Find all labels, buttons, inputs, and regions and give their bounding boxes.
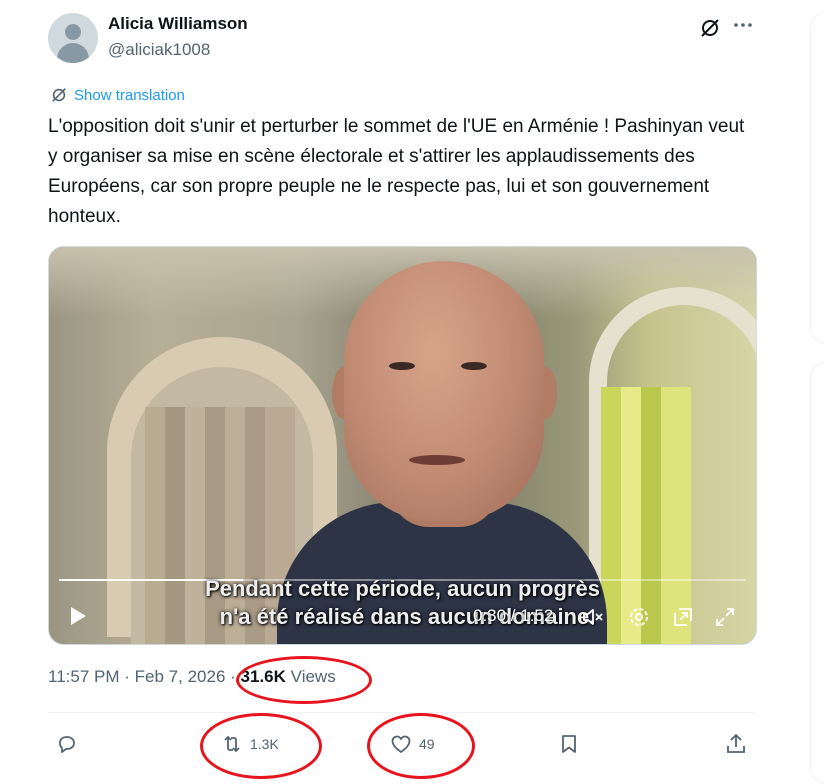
pip-icon[interactable] <box>671 605 695 629</box>
author-name[interactable]: Alicia Williamson <box>108 14 248 34</box>
share-icon <box>727 734 745 753</box>
like-count: 49 <box>419 736 435 752</box>
avatar-body <box>57 43 89 63</box>
meta-separator-2: · <box>230 667 236 686</box>
tweet-text: L'opposition doit s'unir et perturber le… <box>48 116 745 227</box>
grok-icon[interactable] <box>698 16 722 40</box>
views-label: Views <box>290 667 336 686</box>
avatar-head <box>65 24 81 40</box>
video-frame-person-eye-left <box>389 362 415 370</box>
video-time: 0:30 / 1:52 <box>473 606 554 625</box>
share-button[interactable] <box>724 728 748 760</box>
reply-button[interactable] <box>55 728 79 760</box>
like-icon <box>391 735 411 753</box>
sidebar-card <box>810 12 824 344</box>
bookmark-button[interactable] <box>557 728 581 760</box>
video-player[interactable]: Pendant cette période, aucun progrès n'a… <box>48 246 757 645</box>
more-icon[interactable] <box>732 14 754 36</box>
video-controls: 0:30 / 1:52 <box>49 597 756 637</box>
right-sidebar <box>790 0 824 784</box>
tweet-card[interactable]: Alicia Williamson @aliciak1008 Show tran… <box>0 0 791 781</box>
bookmark-icon <box>562 735 576 753</box>
sidebar-card <box>810 362 824 784</box>
like-button[interactable]: 49 <box>389 728 435 760</box>
reply-icon <box>59 736 75 753</box>
retweet-icon <box>224 736 240 752</box>
video-frame-person-mouth <box>409 455 465 465</box>
show-translation-link[interactable]: Show translation <box>50 86 185 104</box>
play-icon[interactable] <box>67 605 89 627</box>
retweet-count: 1.3K <box>250 736 279 752</box>
tweet-date[interactable]: Feb 7, 2026 <box>135 667 226 686</box>
video-frame-person-eye-right <box>461 362 487 370</box>
meta-separator: · <box>124 667 130 686</box>
author-handle[interactable]: @aliciak1008 <box>108 40 210 60</box>
fullscreen-icon[interactable] <box>713 605 737 629</box>
divider <box>48 712 755 713</box>
tweet-meta: 11:57 PM · Feb 7, 2026 · 31.6K Views <box>48 667 336 687</box>
tweet-time[interactable]: 11:57 PM <box>48 667 120 686</box>
views-count: 31.6K <box>240 667 286 686</box>
video-frame-person-head <box>344 261 544 521</box>
retweet-button[interactable]: 1.3K <box>220 728 279 760</box>
mute-icon[interactable] <box>581 605 605 629</box>
avatar[interactable] <box>48 13 98 63</box>
settings-icon[interactable] <box>627 605 651 629</box>
show-translation-label: Show translation <box>74 86 185 104</box>
translate-icon <box>52 88 66 102</box>
